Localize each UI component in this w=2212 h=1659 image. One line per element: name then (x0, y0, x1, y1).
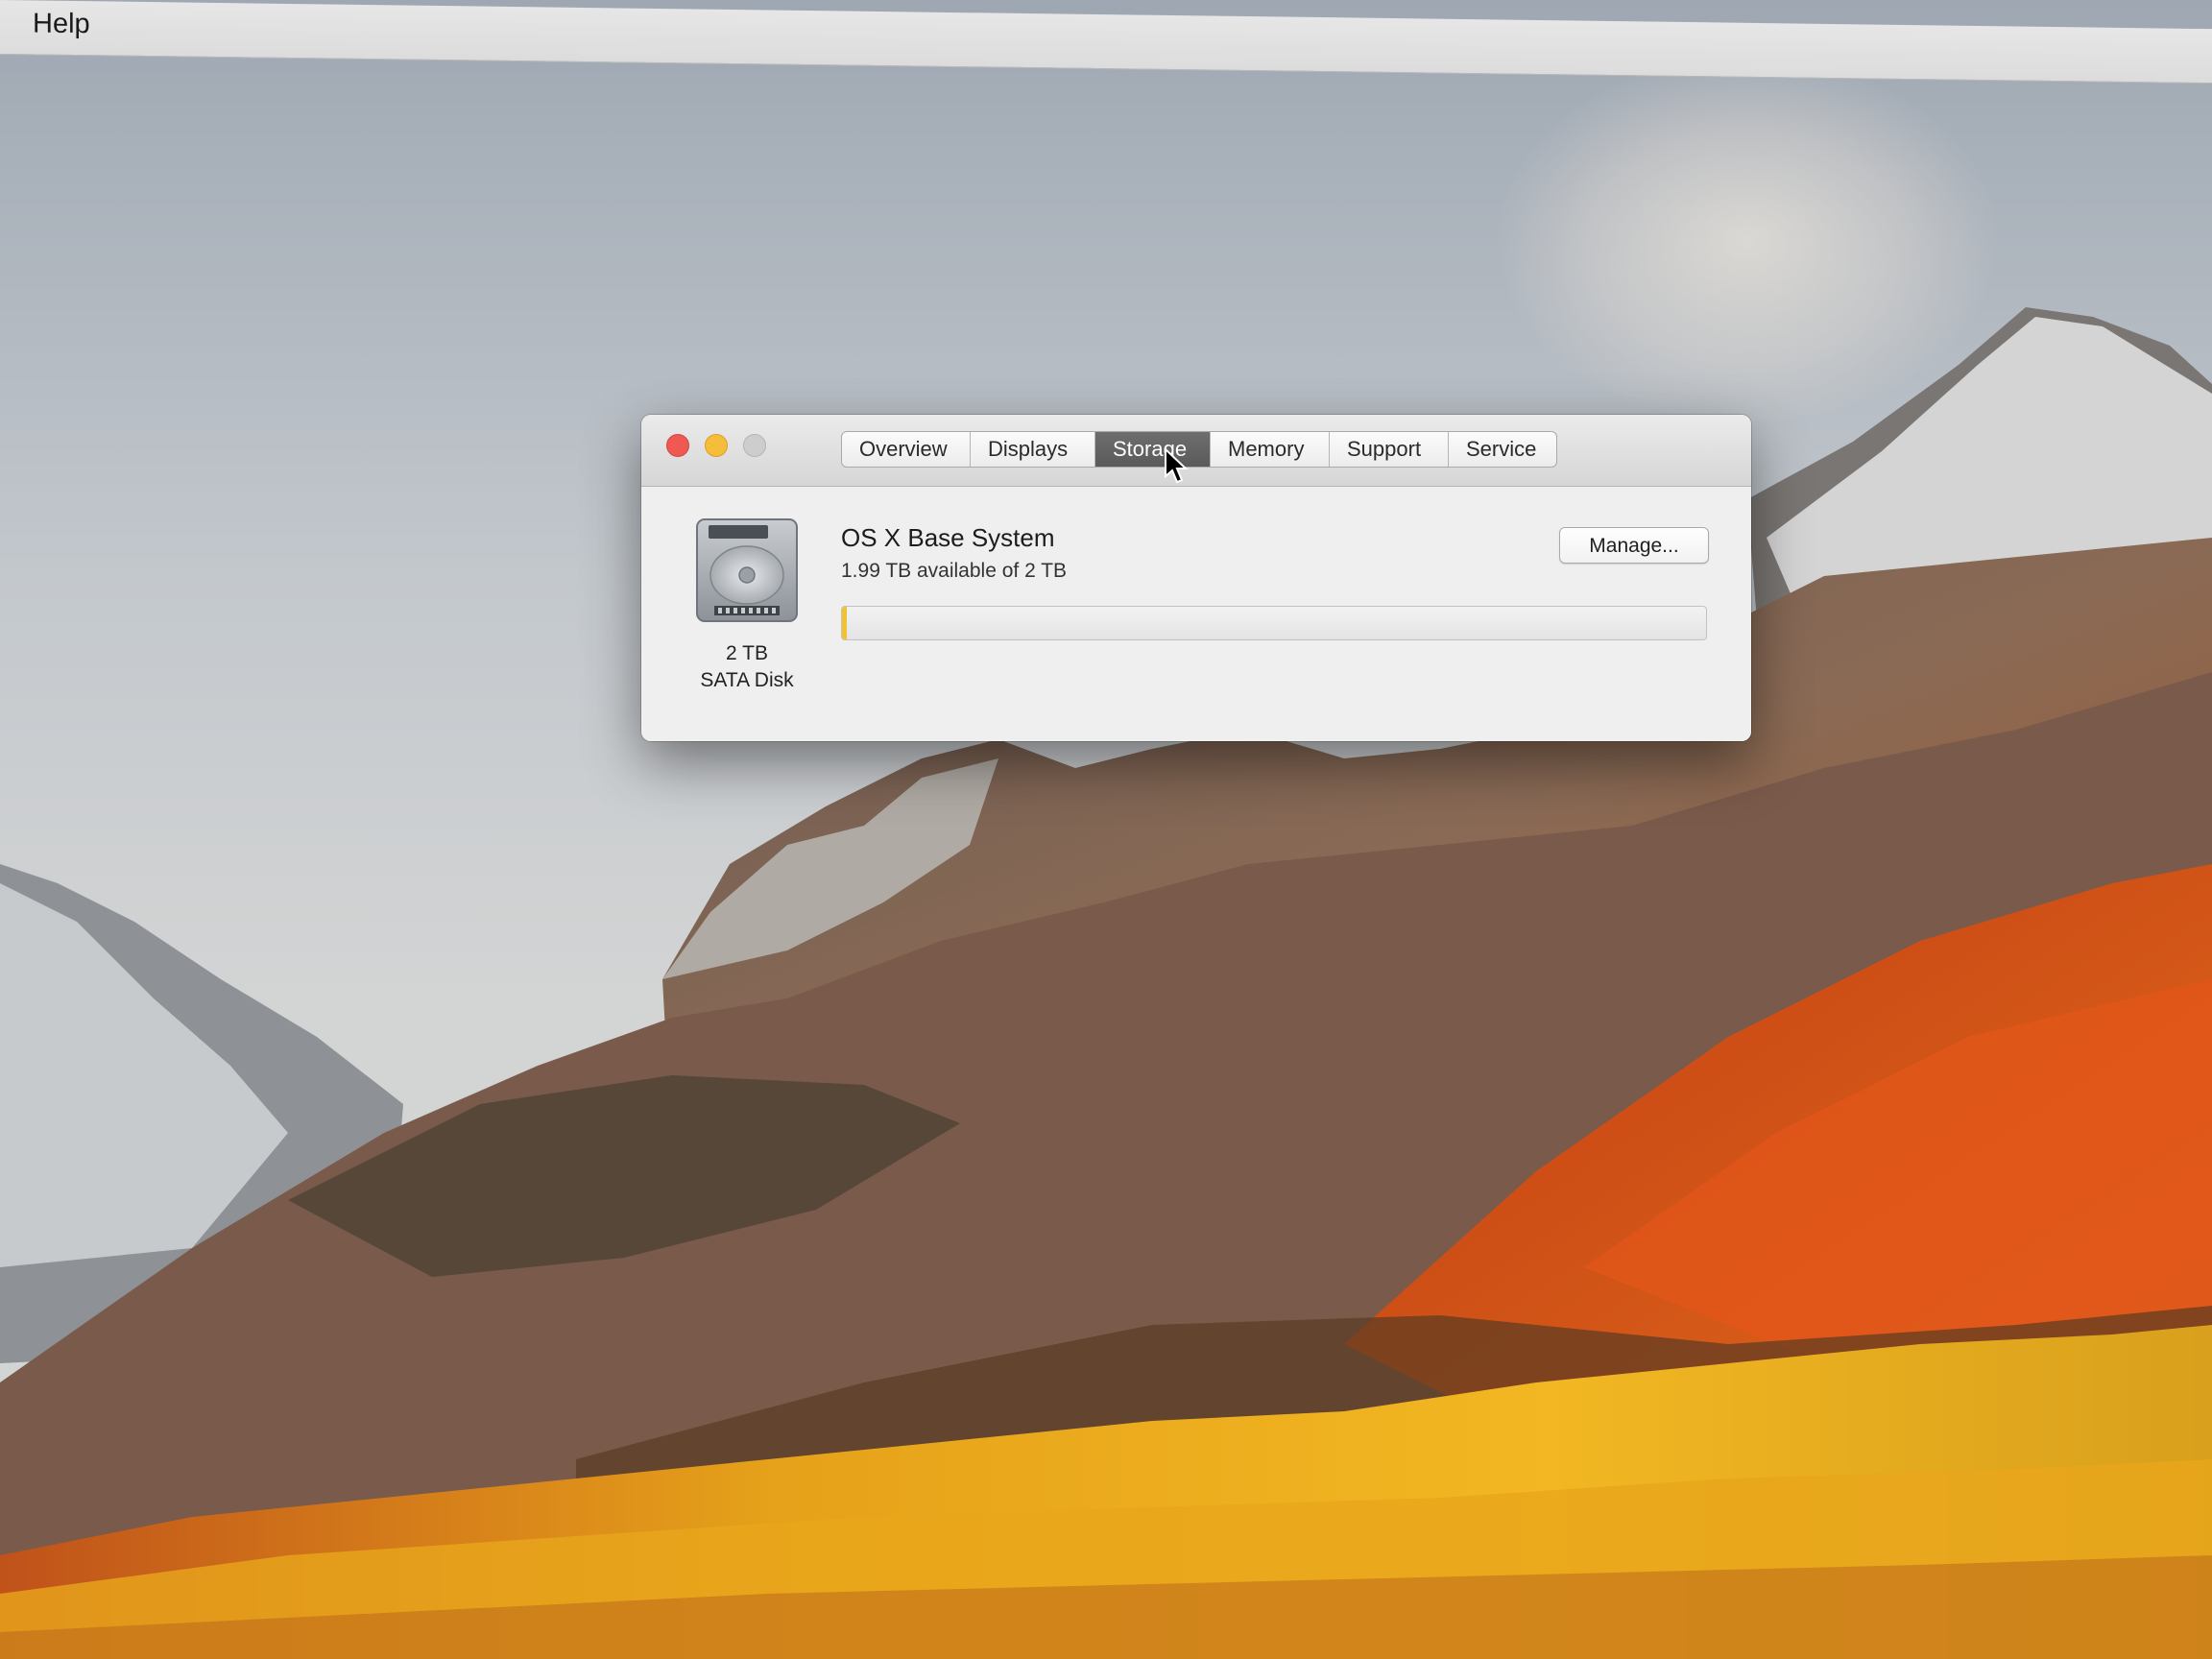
storage-panel: 2 TB SATA Disk OS X Base System 1.99 TB … (641, 487, 1751, 741)
desktop-wallpaper (0, 0, 2212, 1659)
volume-name: OS X Base System (841, 523, 1055, 552)
tab-memory[interactable]: Memory (1211, 432, 1330, 467)
segmented-tab-control: Overview Displays Storage Memory Support… (841, 431, 1557, 468)
disk-caption: 2 TB SATA Disk (670, 640, 824, 694)
tab-support[interactable]: Support (1330, 432, 1449, 467)
tab-overview[interactable]: Overview (842, 432, 971, 467)
hard-disk-icon (696, 518, 798, 622)
window-titlebar: Overview Displays Storage Memory Support… (641, 415, 1751, 487)
manage-button[interactable]: Manage... (1559, 527, 1709, 564)
storage-usage-bar (841, 606, 1707, 640)
zoom-button (743, 434, 766, 457)
menu-help[interactable]: Help (33, 8, 90, 40)
disk-type: SATA Disk (700, 669, 794, 691)
tab-service[interactable]: Service (1449, 432, 1556, 467)
volume-availability: 1.99 TB available of 2 TB (841, 560, 1068, 582)
mouse-pointer-icon (1165, 447, 1189, 484)
storage-usage-fill (842, 607, 847, 639)
screen-glare (1498, 58, 1997, 422)
minimize-button[interactable] (705, 434, 728, 457)
tab-displays[interactable]: Displays (971, 432, 1095, 467)
tab-storage[interactable]: Storage (1095, 432, 1211, 467)
about-this-mac-window: Overview Displays Storage Memory Support… (641, 415, 1751, 741)
disk-size: 2 TB (726, 642, 768, 664)
close-button[interactable] (666, 434, 689, 457)
